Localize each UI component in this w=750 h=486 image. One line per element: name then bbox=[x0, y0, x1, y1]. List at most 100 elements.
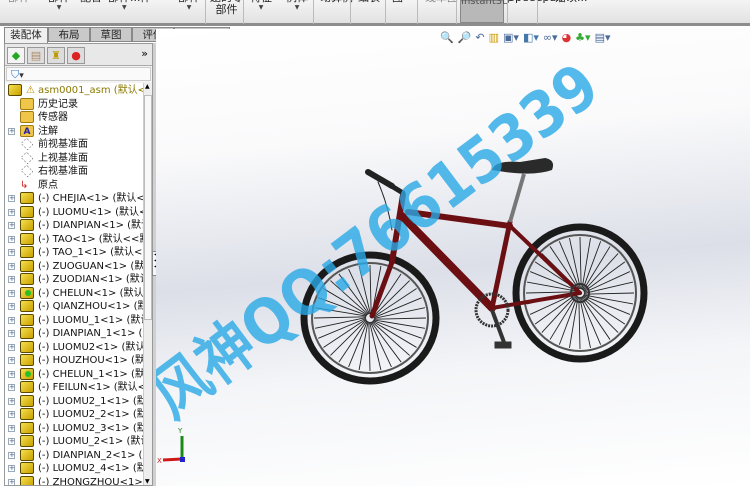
tree-item[interactable]: 上视基准面 bbox=[5, 151, 143, 165]
previous-view-icon[interactable]: ↶ bbox=[475, 31, 484, 45]
display-style-icon[interactable]: ◧▾ bbox=[523, 31, 539, 45]
ribbon-button-5[interactable]: 部件▼ bbox=[178, 0, 200, 25]
tab-0[interactable]: 装配体 bbox=[4, 27, 48, 44]
ribbon-button-0[interactable]: 部件 bbox=[8, 0, 30, 25]
expand-icon[interactable]: + bbox=[8, 411, 15, 418]
view-orientation-icon[interactable]: ▣▾ bbox=[503, 31, 519, 45]
graphics-viewport[interactable]: 风神QQ:76615339 Y X bbox=[156, 29, 750, 486]
ribbon-button-instant3d[interactable]: Instant3D bbox=[460, 0, 510, 23]
zoom-to-fit-icon[interactable]: 🔍 bbox=[440, 31, 454, 45]
zoom-area-icon[interactable]: 🔎 bbox=[458, 31, 472, 45]
expand-icon[interactable]: + bbox=[8, 208, 15, 216]
property-manager-icon[interactable]: ▤ bbox=[27, 47, 45, 64]
display-manager-icon[interactable]: ● bbox=[67, 47, 85, 64]
expand-icon[interactable]: + bbox=[8, 276, 15, 283]
dropdown-arrow-icon[interactable]: ▼ bbox=[250, 4, 272, 12]
tree-item[interactable]: + (-) LUOMU2_1<1> (默认 bbox=[5, 394, 143, 408]
expand-icon[interactable]: + bbox=[8, 262, 15, 270]
dropdown-arrow-icon[interactable]: ▼ bbox=[286, 4, 308, 12]
tree-item[interactable]: + (-) DIANPIAN_1<1> (默认 bbox=[5, 327, 143, 340]
ribbon-button-3[interactable]: 部件...▼ bbox=[108, 0, 141, 25]
tree-item[interactable]: ⚠asm0001_asm (默认<<默 bbox=[5, 84, 143, 97]
expand-icon[interactable]: + bbox=[8, 357, 15, 364]
tree-item[interactable]: + (-) CHELUN_1<1> (默认< bbox=[5, 367, 143, 381]
tree-item[interactable]: + (-) QIANZHOU<1> (默认 bbox=[5, 300, 143, 313]
tree-item[interactable]: + (-) LUOMU<1> (默认<< bbox=[5, 205, 143, 219]
hide-show-icon[interactable]: ∞▾ bbox=[543, 31, 558, 45]
expand-icon[interactable]: + bbox=[8, 235, 15, 243]
dropdown-arrow-icon[interactable]: ▼ bbox=[108, 4, 141, 12]
dropdown-arrow-icon[interactable]: ▼ bbox=[48, 4, 70, 12]
section-view-icon[interactable]: ▥ bbox=[489, 31, 499, 45]
scroll-up-arrow[interactable]: ▲ bbox=[145, 83, 150, 90]
tree-item[interactable]: + A 注解 bbox=[5, 124, 143, 138]
tree-item[interactable]: ↳ 原点 bbox=[5, 179, 143, 192]
ribbon-button-6[interactable]: 题的零 部件 bbox=[210, 0, 243, 25]
expand-icon[interactable]: + bbox=[8, 195, 15, 202]
tree-item[interactable]: + (-) DIANPIAN<1> (默认< bbox=[5, 219, 143, 232]
ribbon-button-2[interactable]: 配合 bbox=[80, 0, 102, 25]
expand-icon[interactable]: + bbox=[8, 384, 15, 391]
expand-icon[interactable]: + bbox=[8, 127, 15, 135]
tree-item[interactable]: + (-) FEILUN<1> (默认<<默 bbox=[5, 381, 143, 394]
tree-item[interactable]: + (-) CHEJIA<1> (默认<<默 bbox=[5, 192, 143, 205]
tree-item[interactable]: 前视基准面 bbox=[5, 137, 143, 151]
appearance-icon[interactable]: ◕ bbox=[562, 31, 572, 45]
view-settings-icon[interactable]: ▤▾ bbox=[595, 31, 611, 45]
expand-icon[interactable]: + bbox=[8, 438, 15, 445]
tree-item[interactable]: + (-) ZHONGZHOU<1> (默 bbox=[5, 475, 143, 485]
tree-item[interactable]: + (-) CHELUN<1> (默认<< bbox=[5, 286, 143, 300]
expand-icon[interactable]: + bbox=[8, 343, 15, 351]
ribbon-button-12[interactable]: 线草图 bbox=[425, 0, 458, 25]
ribbon-button-9[interactable]: 动算例 bbox=[320, 0, 353, 25]
ribbon-button-7[interactable]: 特征▼ bbox=[250, 0, 272, 25]
tree-filter[interactable]: ⛉▾ bbox=[6, 67, 151, 81]
tree-item[interactable]: + (-) LUOMU2_3<1> (默认 bbox=[5, 421, 143, 435]
feature-manager-icon[interactable]: ◆ bbox=[7, 47, 25, 64]
expand-icon[interactable]: + bbox=[8, 424, 15, 432]
tab-1[interactable]: 布局 bbox=[48, 27, 90, 42]
expand-icon[interactable]: + bbox=[8, 478, 15, 485]
tree-item[interactable]: + (-) TAO_1<1> (默认<<默 bbox=[5, 246, 143, 259]
tab-2[interactable]: 草图 bbox=[90, 27, 132, 42]
ribbon-button-11[interactable]: 图 bbox=[392, 0, 403, 25]
dropdown-arrow-icon[interactable]: ▼ bbox=[178, 4, 200, 12]
x-axis-arrow bbox=[162, 457, 183, 462]
expand-icon[interactable]: + bbox=[8, 316, 15, 324]
configuration-manager-icon[interactable]: ♜ bbox=[47, 47, 65, 64]
tree-item[interactable]: + (-) LUOMU2_2<1> (默认 bbox=[5, 408, 143, 421]
tree-item[interactable]: + (-) LUOMU2<1> (默认< bbox=[5, 340, 143, 354]
expand-panel-button[interactable]: » bbox=[141, 47, 148, 60]
expand-icon[interactable]: + bbox=[8, 330, 15, 337]
tree-item[interactable]: + (-) ZUODIAN<1> (默认< bbox=[5, 273, 143, 286]
scroll-down-arrow[interactable]: ▼ bbox=[145, 478, 150, 485]
tree-item[interactable]: + (-) ZUOGUAN<1> (默认< bbox=[5, 259, 143, 273]
expand-icon[interactable]: + bbox=[8, 222, 15, 229]
expand-icon[interactable]: + bbox=[8, 303, 15, 310]
expand-icon[interactable]: + bbox=[8, 370, 15, 378]
tree-item[interactable]: + (-) LUOMU2_4<1> (默认 bbox=[5, 462, 143, 475]
expand-icon[interactable]: + bbox=[8, 397, 15, 405]
tree-item[interactable]: 传感器 bbox=[5, 111, 143, 124]
scroll-thumb[interactable] bbox=[144, 95, 152, 320]
ribbon-button-1[interactable]: 部件▼ bbox=[48, 0, 70, 25]
tree-item[interactable]: + (-) LUOMU_2<1> (默认< bbox=[5, 435, 143, 448]
tree-item-label: (-) LUOMU_2<1> (默认< bbox=[38, 436, 143, 447]
ribbon-button-8[interactable]: 例体▼ bbox=[286, 0, 308, 25]
expand-icon[interactable]: + bbox=[8, 289, 15, 297]
scene-icon[interactable]: ♣▾ bbox=[575, 31, 590, 45]
tree-item[interactable]: 历史记录 bbox=[5, 97, 143, 111]
tree-item[interactable]: + (-) TAO<1> (默认<<默认 bbox=[5, 232, 143, 246]
expand-icon[interactable]: + bbox=[8, 451, 15, 459]
expand-icon[interactable]: + bbox=[8, 465, 15, 472]
tree-item[interactable]: + (-) HOUZHOU<1> (默认 bbox=[5, 354, 143, 367]
ribbon-button-4[interactable]: 件 bbox=[140, 0, 151, 25]
tree-item[interactable]: 右视基准面 bbox=[5, 164, 143, 178]
expand-icon[interactable]: + bbox=[8, 249, 15, 256]
ribbon-button-10[interactable]: 细表 bbox=[358, 0, 380, 25]
tree-item[interactable]: + (-) DIANPIAN_2<1> (默认 bbox=[5, 448, 143, 462]
tree-item-label: (-) DIANPIAN<1> (默认< bbox=[38, 220, 143, 231]
ribbon-button-15[interactable]: 活以... bbox=[555, 0, 588, 25]
tree-scrollbar[interactable]: ▲ ▼ bbox=[143, 83, 152, 485]
tree-item[interactable]: + (-) LUOMU_1<1> (默认< bbox=[5, 313, 143, 327]
